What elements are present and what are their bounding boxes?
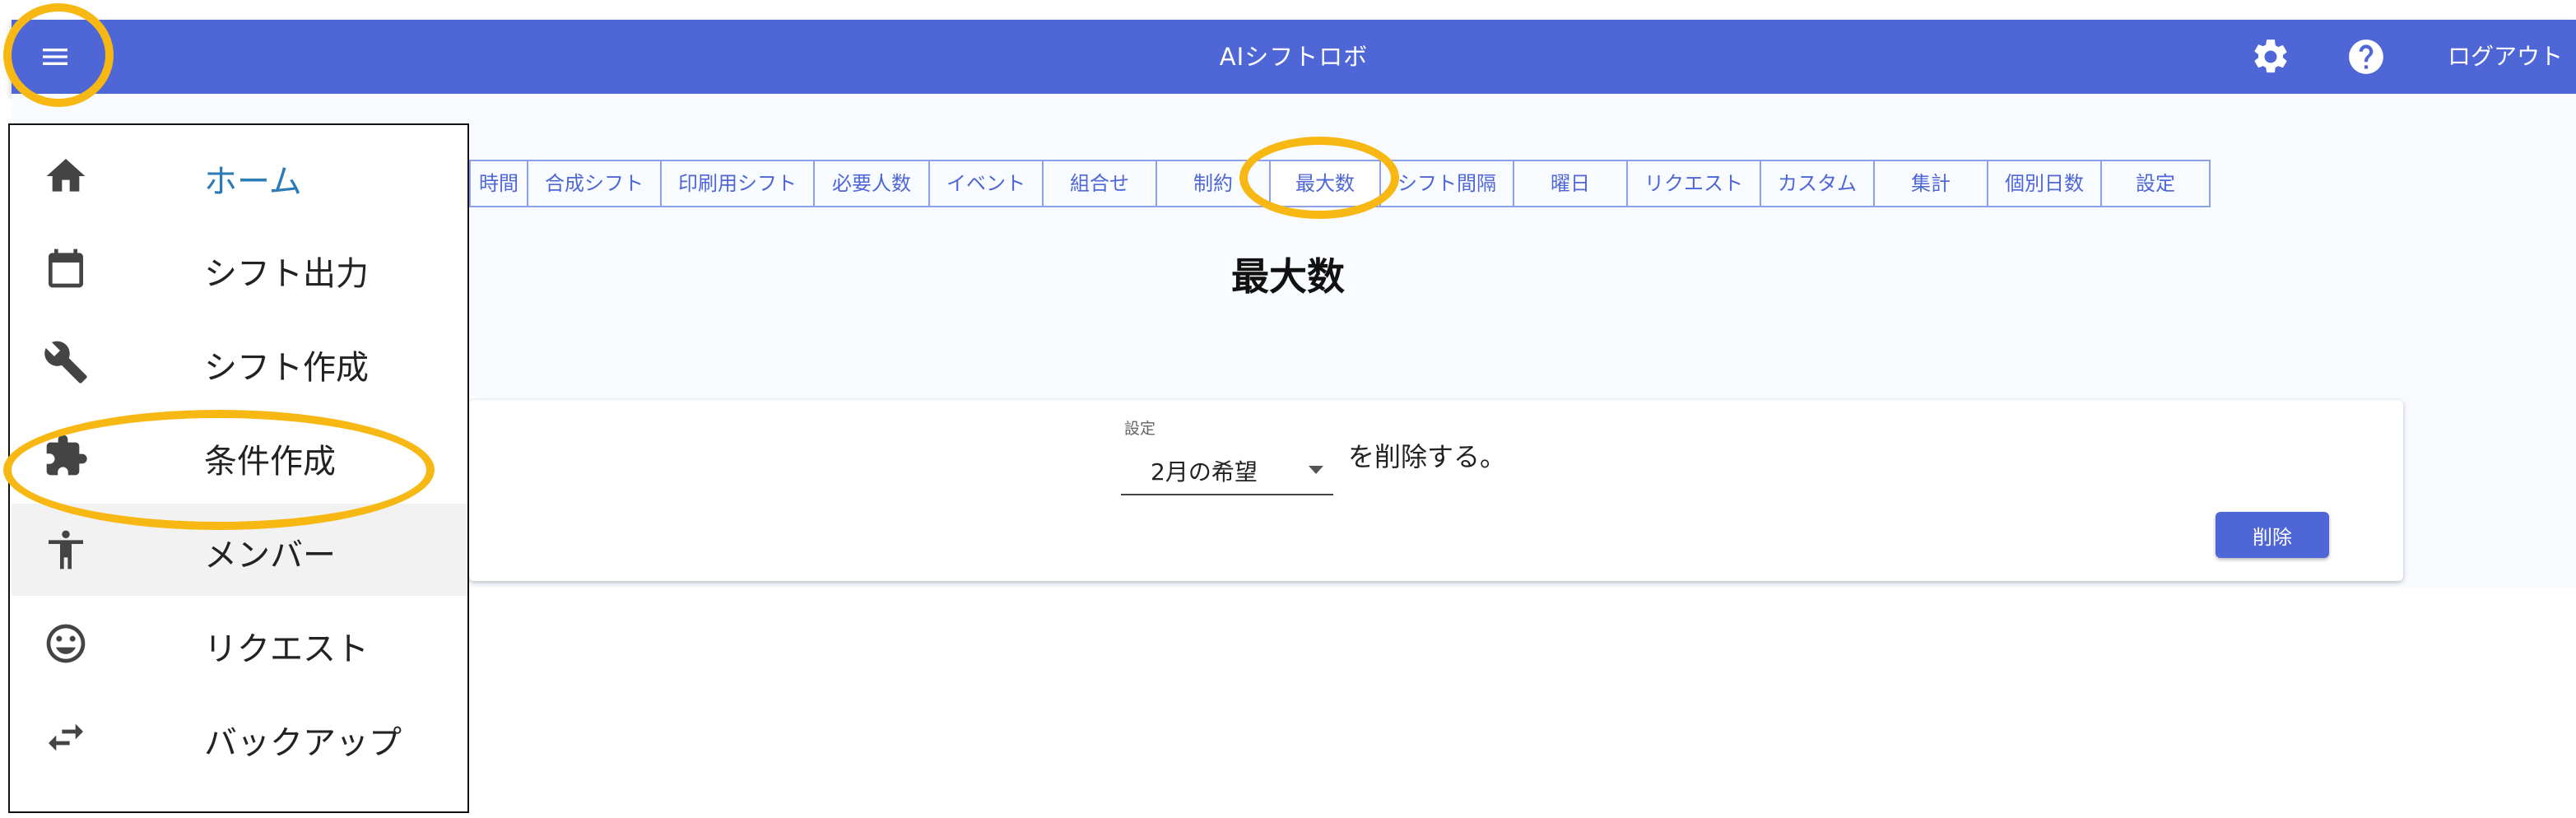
navigation-drawer: ホーム シフト出力 シフト作成 条件作成 メンバー リクエスト バックアップ bbox=[8, 123, 469, 813]
gear-icon[interactable] bbox=[2250, 36, 2291, 77]
setting-select[interactable]: 2月の希望 bbox=[1121, 444, 1333, 495]
tab-maximum[interactable]: 最大数 bbox=[1271, 160, 1381, 207]
tab-individual-days[interactable]: 個別日数 bbox=[1988, 160, 2102, 207]
tab-combined-shift[interactable]: 合成シフト bbox=[528, 160, 662, 207]
logout-link[interactable]: ログアウト bbox=[2448, 20, 2563, 94]
drawer-item-home[interactable]: ホーム bbox=[12, 130, 467, 222]
drawer-item-label: バックアップ bbox=[204, 724, 402, 762]
tab-constraint[interactable]: 制約 bbox=[1157, 160, 1271, 207]
delete-description: を削除する。 bbox=[1348, 441, 1507, 472]
tab-time[interactable]: 時間 bbox=[469, 160, 528, 207]
delete-button[interactable]: 削除 bbox=[2216, 512, 2329, 558]
drawer-item-label: メンバー bbox=[204, 537, 336, 574]
drawer-item-label: ホーム bbox=[204, 163, 302, 201]
drawer-item-label: リクエスト bbox=[204, 630, 369, 668]
drawer-item-request[interactable]: リクエスト bbox=[12, 597, 467, 690]
delete-setting-card bbox=[469, 400, 2403, 581]
tab-shift-interval[interactable]: シフト間隔 bbox=[1381, 160, 1514, 207]
tab-weekday[interactable]: 曜日 bbox=[1514, 160, 1628, 207]
smiley-icon bbox=[43, 620, 89, 667]
chevron-down-icon bbox=[1309, 466, 1323, 474]
tab-combination[interactable]: 組合せ bbox=[1044, 160, 1157, 207]
drawer-item-label: 条件作成 bbox=[204, 443, 336, 481]
drawer-item-backup[interactable]: バックアップ bbox=[12, 691, 467, 783]
drawer-item-shift-output[interactable]: シフト出力 bbox=[12, 222, 467, 314]
tab-required-staff[interactable]: 必要人数 bbox=[815, 160, 930, 207]
tab-settings[interactable]: 設定 bbox=[2102, 160, 2211, 207]
puzzle-icon bbox=[43, 433, 89, 479]
select-value: 2月の希望 bbox=[1151, 458, 1258, 486]
calendar-icon bbox=[43, 245, 89, 291]
drawer-item-label: シフト作成 bbox=[204, 349, 369, 387]
drawer-item-condition-create[interactable]: 条件作成 bbox=[12, 410, 467, 502]
accessibility-icon bbox=[43, 527, 89, 573]
tab-event[interactable]: イベント bbox=[930, 160, 1044, 207]
drawer-item-members[interactable]: メンバー bbox=[12, 504, 467, 596]
drawer-item-label: シフト出力 bbox=[204, 255, 369, 293]
app-bar: AIシフトロボ ログアウト bbox=[12, 20, 2576, 94]
wrench-icon bbox=[43, 339, 89, 385]
home-icon bbox=[43, 153, 89, 199]
hamburger-menu-icon[interactable] bbox=[33, 35, 77, 79]
tab-custom[interactable]: カスタム bbox=[1761, 160, 1875, 207]
tab-print-shift[interactable]: 印刷用シフト bbox=[662, 160, 815, 207]
app-title: AIシフトロボ bbox=[1219, 43, 1369, 71]
condition-tabs: 時間 合成シフト 印刷用シフト 必要人数 イベント 組合せ 制約 最大数 シフト… bbox=[469, 160, 2211, 207]
select-label: 設定 bbox=[1124, 420, 1156, 438]
question-circle-icon[interactable] bbox=[2346, 36, 2387, 77]
tab-summary[interactable]: 集計 bbox=[1875, 160, 1988, 207]
tab-request[interactable]: リクエスト bbox=[1628, 160, 1761, 207]
swap-arrows-icon bbox=[43, 714, 89, 760]
drawer-item-shift-create[interactable]: シフト作成 bbox=[12, 316, 467, 408]
